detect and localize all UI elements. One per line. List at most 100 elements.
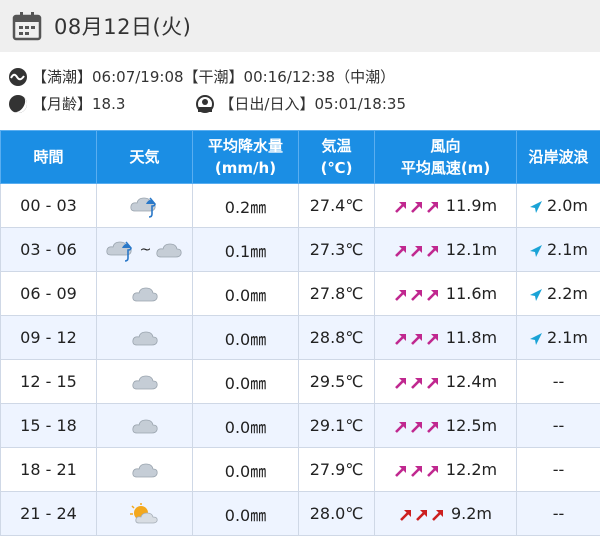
header-precip-label: 平均降水量	[208, 137, 283, 155]
table-row: 00 - 03 0.2㎜27.4℃ 11.9m 2.0m	[1, 184, 600, 228]
wind-cell: 9.2m	[375, 492, 517, 536]
wind-cell: 12.4m	[375, 360, 517, 404]
header-wind: 風向平均風速(m)	[375, 131, 517, 184]
wave-direction-arrow-icon	[529, 244, 543, 258]
wind-cell: 11.8m	[375, 316, 517, 360]
cloud-icon	[131, 417, 159, 435]
table-row: 03 - 06 ~0.1㎜27.3℃ 12.1m 2.1m	[1, 228, 600, 272]
wind-speed: 12.5m	[446, 416, 497, 435]
header-wind-label: 風向	[430, 137, 460, 155]
low-tide-times: 00:16/12:38	[244, 68, 336, 86]
precip-cell: 0.0㎜	[193, 404, 299, 448]
table-row: 18 - 21 0.0㎜27.9℃ 12.2m --	[1, 448, 600, 492]
sun-times: 05:01/18:35	[314, 95, 406, 113]
wind-direction-arrow-icon	[410, 288, 424, 302]
moon-age-value: 18.3	[92, 95, 125, 113]
precip-cell: 0.0㎜	[193, 272, 299, 316]
wind-cell: 11.9m	[375, 184, 517, 228]
header-precip: 平均降水量 (mm/h)	[193, 131, 299, 184]
wind-speed: 12.4m	[446, 372, 497, 391]
wave-cell: --	[517, 448, 600, 492]
temp-cell: 27.3℃	[299, 228, 375, 272]
precip-cell: 0.1㎜	[193, 228, 299, 272]
weather-cell: ~	[97, 228, 193, 272]
wave-direction-arrow-icon	[529, 200, 543, 214]
cloud-icon	[131, 373, 159, 391]
temp-cell: 27.9℃	[299, 448, 375, 492]
time-cell: 00 - 03	[1, 184, 97, 228]
wind-direction-arrow-icon	[426, 420, 440, 434]
sun-label: 【日出/日入】	[219, 93, 314, 114]
wind-speed: 12.2m	[446, 460, 497, 479]
moon-age-label: 【月齢】	[32, 93, 92, 114]
cloud-icon	[131, 285, 159, 303]
tide-info-panel: 【満潮】 06:07/19:08 【干潮】 00:16/12:38 （中潮） 【…	[0, 52, 600, 130]
wind-direction-arrow-icon	[394, 244, 408, 258]
wave-height: --	[553, 372, 565, 391]
calendar-icon	[12, 11, 42, 41]
tide-wave-icon	[8, 67, 28, 87]
cloud-icon	[131, 461, 159, 479]
wave-cell: 2.0m	[517, 184, 600, 228]
wave-height: --	[553, 460, 565, 479]
header-time: 時間	[1, 131, 97, 184]
time-cell: 18 - 21	[1, 448, 97, 492]
wind-direction-arrow-icon	[415, 508, 429, 522]
wind-cell: 12.2m	[375, 448, 517, 492]
wind-speed: 11.6m	[446, 284, 497, 303]
weather-cell	[97, 184, 193, 228]
table-row: 15 - 180.0㎜29.1℃12.5m--	[1, 404, 600, 448]
table-row: 21 - 240.0㎜28.0℃9.2m--	[1, 492, 600, 536]
wave-height: --	[553, 504, 565, 523]
wind-direction-arrow-icon	[394, 464, 408, 478]
precip-cell: 0.0㎜	[193, 360, 299, 404]
wind-direction-arrow-icon	[410, 420, 424, 434]
moon-icon	[8, 94, 28, 114]
low-tide-label: 【干潮】	[184, 66, 244, 87]
temp-cell: 27.4℃	[299, 184, 375, 228]
weather-cell	[97, 404, 193, 448]
weather-cell	[97, 448, 193, 492]
wind-direction-arrow-icon	[410, 376, 424, 390]
wind-cell: 12.1m	[375, 228, 517, 272]
table-row: 12 - 150.0㎜29.5℃12.4m--	[1, 360, 600, 404]
wave-height: 2.2m	[547, 284, 588, 303]
time-cell: 21 - 24	[1, 492, 97, 536]
moon-sun-line: 【月齢】 18.3 【日出/日入】 05:01/18:35	[8, 93, 406, 114]
wind-direction-arrow-icon	[394, 200, 408, 214]
header-temp: 気温 (℃)	[299, 131, 375, 184]
tide-type: （中潮）	[335, 66, 395, 87]
wind-direction-arrow-icon	[426, 200, 440, 214]
wind-speed: 11.8m	[446, 328, 497, 347]
header-temp-label: 気温	[321, 137, 351, 155]
transition-tilde: ~	[140, 242, 152, 258]
sunrise-icon	[195, 94, 215, 114]
sun-cloud-icon	[130, 503, 160, 525]
wind-direction-arrow-icon	[394, 288, 408, 302]
tide-line: 【満潮】 06:07/19:08 【干潮】 00:16/12:38 （中潮）	[8, 66, 395, 87]
precip-cell: 0.2㎜	[193, 184, 299, 228]
wind-direction-arrow-icon	[394, 376, 408, 390]
wind-direction-arrow-icon	[410, 464, 424, 478]
high-tide-times: 06:07/19:08	[92, 68, 184, 86]
wind-direction-arrow-icon	[426, 376, 440, 390]
header-temp-unit: (℃)	[321, 159, 353, 177]
precip-cell: 0.0㎜	[193, 448, 299, 492]
weather-cell	[97, 492, 193, 536]
table-row: 09 - 120.0㎜28.8℃11.8m2.1m	[1, 316, 600, 360]
table-row: 06 - 090.0㎜27.8℃11.6m2.2m	[1, 272, 600, 316]
precip-cell: 0.0㎜	[193, 316, 299, 360]
cloud-icon	[155, 241, 183, 259]
wind-direction-arrow-icon	[426, 244, 440, 258]
time-cell: 03 - 06	[1, 228, 97, 272]
header-precip-unit: (mm/h)	[215, 159, 276, 177]
wave-direction-arrow-icon	[529, 288, 543, 302]
cloud-rain-icon	[106, 238, 136, 262]
weather-cell	[97, 360, 193, 404]
time-cell: 09 - 12	[1, 316, 97, 360]
wind-speed: 11.9m	[446, 196, 497, 215]
temp-cell: 28.8℃	[299, 316, 375, 360]
temp-cell: 28.0℃	[299, 492, 375, 536]
wind-speed: 12.1m	[446, 240, 497, 259]
wave-height: 2.1m	[547, 240, 588, 259]
